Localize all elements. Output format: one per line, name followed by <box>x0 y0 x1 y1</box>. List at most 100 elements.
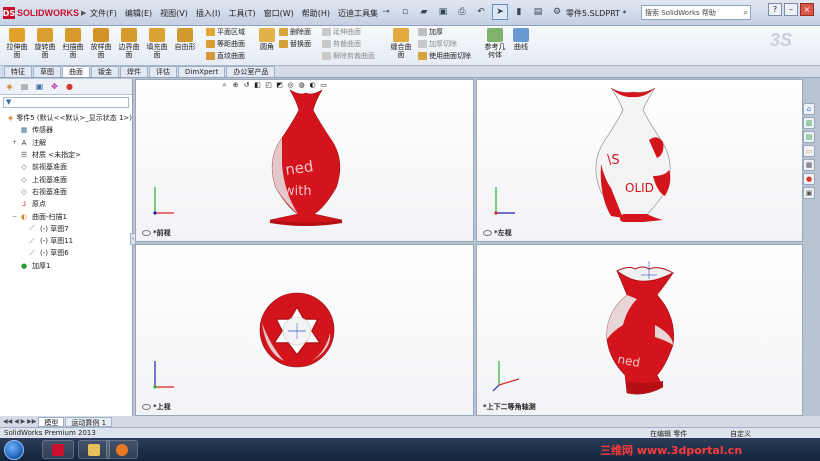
tree-item[interactable]: ● 加厚1 <box>4 260 132 272</box>
tree-filter-input[interactable]: ▼ <box>3 97 129 108</box>
view-orientation-icon[interactable]: ◰ <box>264 80 273 90</box>
scenes-icon[interactable]: ● <box>803 173 815 185</box>
display-style-icon[interactable]: ◩ <box>275 80 284 90</box>
solidworks-logo[interactable]: DS SOLIDWORKS ▶ <box>3 5 86 21</box>
solidworks-resources-icon[interactable]: ⌂ <box>803 103 815 115</box>
menu-view[interactable]: 视图(V) <box>156 7 192 20</box>
freeform-button[interactable]: 自由形 <box>172 28 198 51</box>
planar-surface-button[interactable]: 平面区域 <box>206 27 245 37</box>
property-manager-icon[interactable]: ▤ <box>18 81 31 93</box>
tab-sheet-metal[interactable]: 钣金 <box>91 66 119 77</box>
knit-surface-button[interactable]: 缝合曲面 <box>388 28 414 59</box>
tab-nav-icon[interactable]: ◀◀ ◀ ▶ ▶▶ <box>3 418 36 425</box>
tree-item[interactable]: ⟋ (-) 草图7 <box>4 223 132 235</box>
delete-face-button[interactable]: 删除面 <box>279 27 311 37</box>
tree-item[interactable]: ☰ 材质 <未指定> <box>4 149 132 161</box>
dimxpert-manager-icon[interactable]: ✥ <box>48 81 61 93</box>
viewport-isometric[interactable]: ned *上下二等角轴测 <box>476 244 803 416</box>
feature-manager-icon[interactable]: ◈ <box>3 81 16 93</box>
untrim-surface-button[interactable]: 解除剪裁曲面 <box>322 51 375 61</box>
tab-model[interactable]: 模型 <box>38 416 65 427</box>
tree-item[interactable]: − ◐ 曲面-扫描1 <box>4 210 132 222</box>
file-explorer-icon[interactable]: ▤ <box>803 131 815 143</box>
new-document-icon[interactable]: ▫ <box>397 4 413 20</box>
save-icon[interactable]: ▣ <box>435 4 451 20</box>
apply-scene-icon[interactable]: ◐ <box>308 80 317 90</box>
extend-surface-button[interactable]: 延伸曲面 <box>322 27 361 37</box>
tab-sketch[interactable]: 草图 <box>33 66 61 77</box>
minimize-icon[interactable]: – <box>784 3 798 16</box>
select-cursor-icon[interactable]: ➤ <box>492 4 508 20</box>
trim-surface-button[interactable]: 剪裁曲面 <box>322 39 361 49</box>
menu-maidi-tools[interactable]: 迈迪工具集 <box>334 7 382 20</box>
print-icon[interactable]: ⎙ <box>454 4 470 20</box>
tree-expand-toggle[interactable]: − <box>12 213 18 220</box>
menu-insert[interactable]: 插入(I) <box>192 7 225 20</box>
tree-item[interactable]: ◈ 零件5 (默认<<默认>_显示状态 1>) <box>4 112 132 124</box>
reference-geometry-button[interactable]: 参考几何体 <box>482 28 508 59</box>
tree-expand-toggle[interactable]: + <box>12 139 18 146</box>
tab-dimxpert[interactable]: DimXpert <box>178 66 226 77</box>
open-folder-icon[interactable]: ▰ <box>416 4 432 20</box>
view-palette-icon[interactable]: ▭ <box>803 145 815 157</box>
tab-office-products[interactable]: 办公室产品 <box>226 66 276 77</box>
menu-tools[interactable]: 工具(T) <box>224 7 259 20</box>
viewport-left[interactable]: \S OLID *左视 <box>476 79 803 242</box>
windows-start-icon[interactable] <box>4 440 24 460</box>
design-library-icon[interactable]: ▥ <box>803 117 815 129</box>
curves-button[interactable]: 曲线 <box>508 28 534 51</box>
menu-help[interactable]: 帮助(H) <box>298 7 334 20</box>
menu-edit[interactable]: 编辑(E) <box>121 7 156 20</box>
cut-with-surface-button[interactable]: 使用曲面切除 <box>418 51 471 61</box>
taskbar-solidworks-icon[interactable] <box>42 440 74 459</box>
options-gear-icon[interactable]: ⚙ <box>549 4 565 20</box>
taskbar-firefox-icon[interactable] <box>106 440 138 459</box>
view-settings-icon[interactable]: ▭ <box>319 80 328 90</box>
thicken-button[interactable]: 加厚 <box>418 27 443 37</box>
tree-item[interactable]: ◇ 前视基准面 <box>4 161 132 173</box>
undo-icon[interactable]: ↶ <box>473 4 489 20</box>
zoom-to-fit-icon[interactable]: ⌕ <box>220 80 229 90</box>
tab-surfaces[interactable]: 曲面 <box>62 66 90 77</box>
configuration-manager-icon[interactable]: ▣ <box>33 81 46 93</box>
tab-features[interactable]: 特征 <box>4 66 32 77</box>
offset-surface-button[interactable]: 等距曲面 <box>206 39 245 49</box>
tree-item[interactable]: ⟋ (-) 草图6 <box>4 247 132 259</box>
help-icon[interactable]: ? <box>768 3 782 16</box>
tab-motion-study[interactable]: 运动算例 1 <box>65 416 113 427</box>
menu-window[interactable]: 窗口(W) <box>260 7 298 20</box>
tree-item[interactable]: ▦ 传感器 <box>4 124 132 136</box>
hide-show-items-icon[interactable]: ◎ <box>286 80 295 90</box>
previous-view-icon[interactable]: ↺ <box>242 80 251 90</box>
tree-item[interactable]: ⅃ 原点 <box>4 198 132 210</box>
thickened-cut-button[interactable]: 加厚切除 <box>418 39 457 49</box>
custom-properties-icon[interactable]: ▣ <box>803 187 815 199</box>
close-icon[interactable]: × <box>800 3 814 16</box>
filled-surface-button[interactable]: 填充曲面 <box>144 28 170 59</box>
help-search-input[interactable]: 搜索 SolidWorks 帮助 ⌕ <box>641 5 751 20</box>
fillet-button[interactable]: 圆角 <box>254 28 280 51</box>
tree-item[interactable]: ◇ 上视基准面 <box>4 173 132 185</box>
edit-appearance-icon[interactable]: ◍ <box>297 80 306 90</box>
tab-weldments[interactable]: 焊件 <box>120 66 148 77</box>
ruled-surface-button[interactable]: 直纹曲面 <box>206 51 245 61</box>
tree-item[interactable]: + A 注解 <box>4 137 132 149</box>
appearances-icon[interactable]: ▦ <box>803 159 815 171</box>
file-properties-icon[interactable]: ▤ <box>530 4 546 20</box>
search-icon[interactable]: ⌕ <box>744 8 748 18</box>
zoom-to-area-icon[interactable]: ⊕ <box>231 80 240 90</box>
menu-file[interactable]: 文件(F) <box>86 7 121 20</box>
pin-icon[interactable]: ⊸ <box>378 4 394 20</box>
swept-surface-button[interactable]: 扫描曲面 <box>60 28 86 59</box>
section-view-icon[interactable]: ◧ <box>253 80 262 90</box>
tree-item[interactable]: ⟋ (-) 草图11 <box>4 235 132 247</box>
lofted-surface-button[interactable]: 放样曲面 <box>88 28 114 59</box>
viewport-top[interactable]: *上视 <box>135 244 474 416</box>
display-manager-icon[interactable]: ● <box>63 81 76 93</box>
rebuild-icon[interactable]: ▮ <box>511 4 527 20</box>
tree-item[interactable]: ◇ 右视基准面 <box>4 186 132 198</box>
tab-evaluate[interactable]: 评估 <box>149 66 177 77</box>
revolved-surface-button[interactable]: 旋转曲面 <box>32 28 58 59</box>
viewport-front[interactable]: ned with *前视 <box>135 79 474 242</box>
boundary-surface-button[interactable]: 边界曲面 <box>116 28 142 59</box>
